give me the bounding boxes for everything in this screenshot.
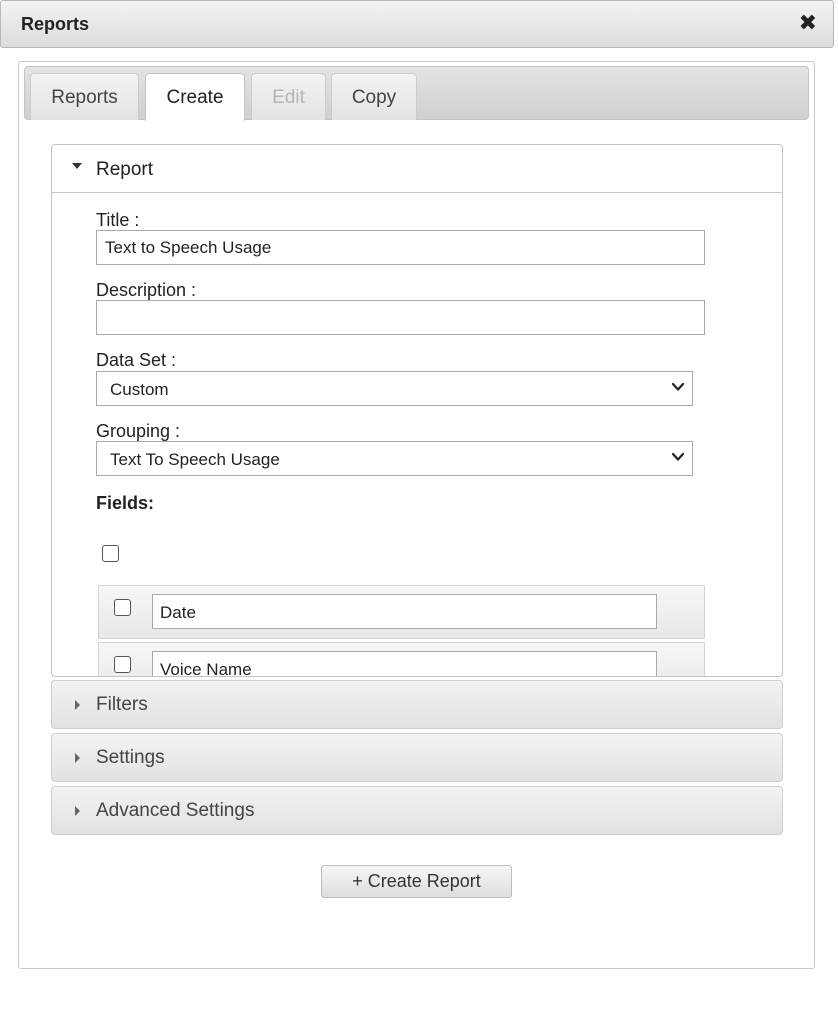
tab-reports[interactable]: Reports bbox=[30, 73, 139, 120]
chevron-down-icon bbox=[671, 452, 685, 461]
field-row: Date bbox=[98, 585, 705, 639]
close-icon[interactable]: ✖ bbox=[799, 10, 817, 36]
dataset-select[interactable]: Custom bbox=[96, 371, 693, 406]
advanced-settings-section-label: Advanced Settings bbox=[96, 800, 255, 821]
field-date-checkbox[interactable] bbox=[114, 599, 131, 616]
field-voice-name-name[interactable]: Voice Name bbox=[152, 651, 657, 676]
grouping-selected-value: Text To Speech Usage bbox=[110, 450, 280, 469]
field-voice-name-checkbox[interactable] bbox=[114, 656, 131, 673]
settings-section-label: Settings bbox=[96, 747, 165, 768]
field-row: Voice Name bbox=[98, 642, 705, 676]
filters-section-label: Filters bbox=[96, 694, 148, 715]
create-report-button[interactable]: + Create Report bbox=[321, 865, 512, 898]
dataset-selected-value: Custom bbox=[110, 380, 169, 399]
window-title: Reports bbox=[21, 14, 90, 34]
filters-section-header[interactable]: Filters bbox=[51, 680, 783, 729]
report-section: Report Title : Description : Data Set : … bbox=[51, 144, 783, 677]
caret-right-icon bbox=[75, 753, 80, 763]
caret-right-icon bbox=[75, 700, 80, 710]
description-label: Description : bbox=[96, 280, 197, 300]
fields-label: Fields: bbox=[96, 493, 155, 513]
tab-create[interactable]: Create bbox=[145, 73, 245, 121]
tab-edit: Edit bbox=[251, 73, 326, 120]
caret-right-icon bbox=[75, 806, 80, 816]
field-date-name[interactable]: Date bbox=[152, 594, 657, 629]
tab-copy[interactable]: Copy bbox=[331, 73, 417, 120]
title-label: Title : bbox=[96, 210, 140, 230]
dataset-label: Data Set : bbox=[96, 350, 177, 370]
chevron-down-icon bbox=[671, 382, 685, 391]
grouping-label: Grouping : bbox=[96, 421, 181, 441]
settings-section-header[interactable]: Settings bbox=[51, 733, 783, 782]
caret-down-icon bbox=[72, 163, 82, 169]
report-section-header[interactable]: Report bbox=[52, 145, 782, 193]
select-all-fields-checkbox[interactable] bbox=[102, 545, 119, 562]
advanced-settings-section-header[interactable]: Advanced Settings bbox=[51, 786, 783, 835]
grouping-select[interactable]: Text To Speech Usage bbox=[96, 441, 693, 476]
window-titlebar: Reports ✖ bbox=[0, 0, 834, 48]
title-input[interactable] bbox=[96, 230, 705, 265]
description-input[interactable] bbox=[96, 300, 705, 335]
report-section-label: Report bbox=[96, 159, 154, 180]
